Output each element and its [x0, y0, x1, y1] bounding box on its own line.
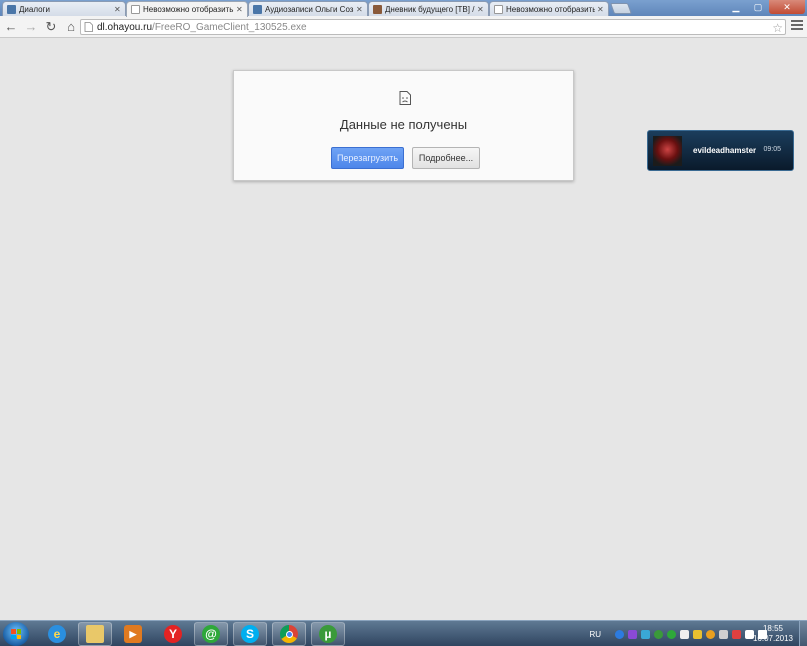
- close-tab-icon[interactable]: ✕: [597, 5, 604, 14]
- taskbar: e ▶ Y @ S µ RU 18:55 16.07.2013: [0, 620, 807, 646]
- chat-notification[interactable]: evildeadhamster 09:05: [647, 130, 794, 171]
- forward-icon[interactable]: →: [22, 18, 40, 36]
- taskbar-media-player[interactable]: ▶: [116, 622, 150, 646]
- tab-dialogs[interactable]: Диалоги ✕: [2, 1, 126, 16]
- tab-strip: Диалоги ✕ Невозможно отобразить ✕ Аудиоз…: [0, 0, 807, 17]
- page-icon: [494, 4, 503, 14]
- tray-utorrent-icon[interactable]: [654, 629, 663, 639]
- close-tab-icon[interactable]: ✕: [477, 5, 484, 14]
- chrome-icon: [280, 625, 298, 643]
- utorrent-icon: µ: [319, 625, 337, 643]
- tray-notes-icon[interactable]: [680, 629, 689, 639]
- taskbar-chrome[interactable]: [272, 622, 306, 646]
- tab-error-active[interactable]: Невозможно отобразить ✕: [126, 1, 248, 17]
- notification-name: evildeadhamster: [693, 146, 757, 155]
- internet-explorer-icon: e: [48, 625, 66, 643]
- url-host: dl.ohayou.ru: [97, 21, 153, 33]
- tray-mail-agent-icon[interactable]: [667, 629, 676, 639]
- tray-bug-icon[interactable]: [628, 629, 637, 639]
- browser-toolbar: ← → ↻ ⌂ dl.ohayou.ru/FreeRO_GameClient_1…: [0, 16, 807, 38]
- tab-title: Диалоги: [19, 4, 50, 14]
- windows-logo-icon: [11, 629, 21, 639]
- tab-title: Дневник будущего [ТВ] /: [385, 4, 475, 14]
- window-controls: ▁ ▢ ✕: [725, 0, 805, 14]
- tray-update-icon[interactable]: [615, 629, 624, 639]
- maximize-icon[interactable]: ▢: [747, 0, 769, 14]
- show-desktop-button[interactable]: [799, 621, 807, 646]
- close-tab-icon[interactable]: ✕: [236, 5, 243, 14]
- bookmark-star-icon[interactable]: ☆: [772, 21, 783, 35]
- home-icon[interactable]: ⌂: [62, 18, 80, 36]
- taskbar-yandex[interactable]: Y: [156, 622, 190, 646]
- taskbar-file-explorer[interactable]: [78, 622, 112, 646]
- tab-audio[interactable]: Аудиозаписи Ольги Соз ✕: [248, 1, 368, 16]
- image-icon: [373, 4, 382, 14]
- system-clock[interactable]: 18:55 16.07.2013: [743, 624, 803, 644]
- notification-time: 09:05: [763, 146, 781, 153]
- reload-icon[interactable]: ↻: [42, 18, 60, 36]
- yandex-icon: Y: [164, 625, 182, 643]
- close-tab-icon[interactable]: ✕: [356, 5, 363, 14]
- tray-battery-icon[interactable]: [719, 629, 728, 639]
- close-window-icon[interactable]: ✕: [769, 0, 805, 14]
- address-bar[interactable]: dl.ohayou.ru/FreeRO_GameClient_130525.ex…: [80, 19, 786, 35]
- error-title: Данные не получены: [339, 117, 468, 132]
- skype-icon: S: [241, 625, 259, 643]
- tab-diary[interactable]: Дневник будущего [ТВ] / ✕: [368, 1, 489, 16]
- tab-title: Аудиозаписи Ольги Соз: [265, 4, 354, 14]
- start-button[interactable]: [3, 622, 29, 646]
- mail-agent-icon: @: [202, 625, 220, 643]
- tray-network-monitor-icon[interactable]: [641, 629, 650, 639]
- avatar: [653, 136, 682, 166]
- tab-title: Невозможно отобразить: [143, 5, 234, 14]
- taskbar-utorrent[interactable]: µ: [311, 622, 345, 646]
- file-explorer-icon: [86, 625, 104, 643]
- taskbar-internet-explorer[interactable]: e: [40, 622, 74, 646]
- reload-button[interactable]: Перезагрузить: [331, 147, 404, 169]
- menu-icon[interactable]: [791, 20, 803, 32]
- tray-folder-icon[interactable]: [693, 629, 702, 639]
- taskbar-mail-agent[interactable]: @: [194, 622, 228, 646]
- error-card: Данные не получены Перезагрузить Подробн…: [233, 70, 574, 181]
- sad-page-icon: [399, 91, 411, 105]
- vk-icon: [7, 4, 16, 14]
- url-path: /FreeRO_GameClient_130525.exe: [152, 21, 307, 33]
- clock-date: 16.07.2013: [752, 634, 794, 643]
- clock-time: 18:55: [762, 624, 784, 633]
- details-button[interactable]: Подробнее...: [412, 147, 480, 169]
- taskbar-skype[interactable]: S: [233, 622, 267, 646]
- tab-error-2[interactable]: Невозможно отобразить ✕: [489, 1, 609, 16]
- tab-title: Невозможно отобразить: [506, 4, 595, 14]
- page-icon: [131, 5, 140, 14]
- tray-warning-icon[interactable]: [706, 629, 715, 639]
- minimize-icon[interactable]: ▁: [725, 0, 747, 14]
- media-player-icon: ▶: [124, 625, 142, 643]
- close-tab-icon[interactable]: ✕: [114, 5, 121, 14]
- vk-icon: [253, 4, 262, 14]
- tray-flag-icon[interactable]: [732, 629, 741, 639]
- new-tab-button[interactable]: [609, 3, 633, 14]
- language-indicator[interactable]: RU: [589, 630, 601, 639]
- page-icon: [84, 22, 93, 32]
- back-icon[interactable]: ←: [2, 18, 20, 36]
